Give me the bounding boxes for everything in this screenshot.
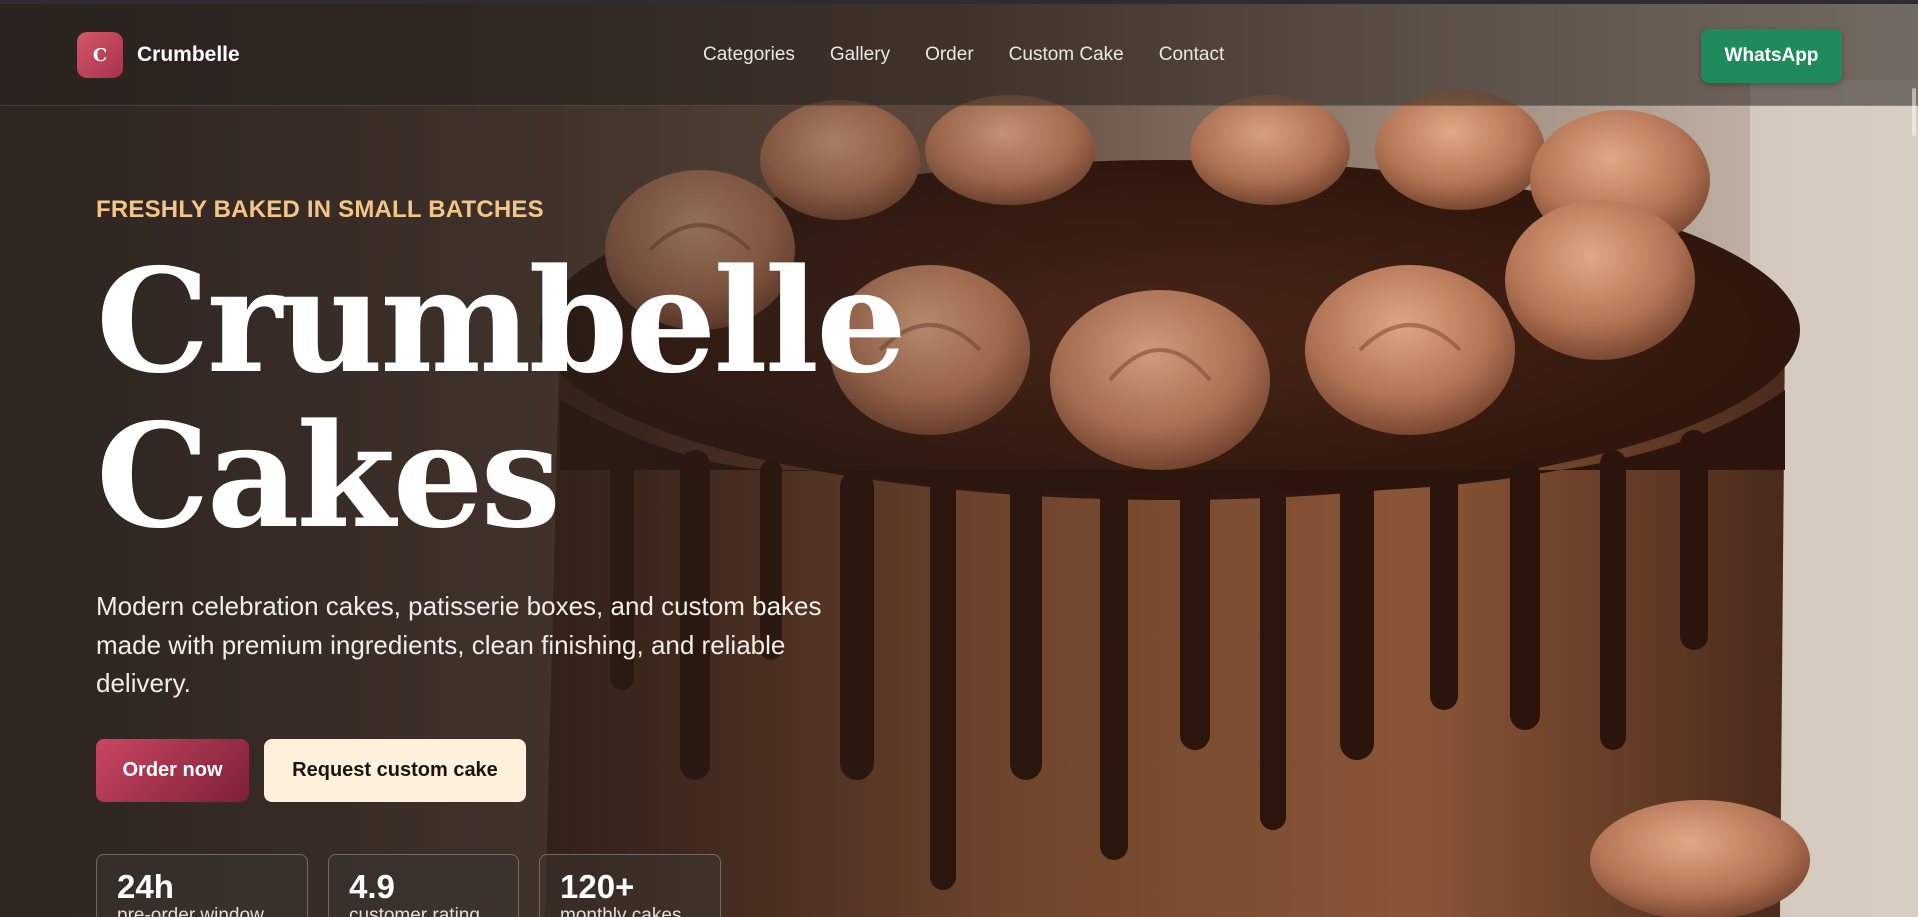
request-custom-cake-button[interactable]: Request custom cake bbox=[264, 739, 526, 802]
stat-value: 4.9 bbox=[349, 868, 395, 905]
nav-link-custom-cake[interactable]: Custom Cake bbox=[1009, 44, 1124, 66]
window-top-border bbox=[0, 0, 1918, 4]
page-scrollbar[interactable] bbox=[1912, 88, 1916, 136]
stat-value: 24h bbox=[117, 868, 174, 905]
brand-logo-link[interactable]: C Crumbelle bbox=[77, 32, 240, 78]
stat-card-rating: 4.9 customer rating bbox=[328, 854, 519, 917]
hero-description: Modern celebration cakes, patisserie box… bbox=[96, 591, 822, 698]
nav-link-gallery[interactable]: Gallery bbox=[830, 44, 890, 66]
brand-name: Crumbelle bbox=[137, 43, 240, 66]
hero-eyebrow: FRESHLY BAKED IN SMALL BATCHES bbox=[96, 196, 544, 223]
stat-card-preorder: 24h pre-order window bbox=[96, 854, 308, 917]
order-now-button[interactable]: Order now bbox=[96, 739, 249, 802]
nav-link-order[interactable]: Order bbox=[925, 44, 974, 66]
hero-title-line-2: Cakes bbox=[96, 392, 561, 560]
whatsapp-button[interactable]: WhatsApp bbox=[1701, 29, 1842, 83]
top-navigation: C Crumbelle Categories Gallery Order Cus… bbox=[0, 4, 1918, 106]
stat-label: monthly cakes bbox=[560, 905, 682, 917]
nav-link-contact[interactable]: Contact bbox=[1159, 44, 1224, 66]
stat-label: pre-order window bbox=[117, 905, 264, 917]
hero-title-line-1: Crumbelle bbox=[96, 237, 907, 405]
stat-value: 120+ bbox=[560, 868, 635, 905]
stat-card-monthly: 120+ monthly cakes bbox=[539, 854, 721, 917]
nav-link-categories[interactable]: Categories bbox=[703, 44, 795, 66]
stat-label: customer rating bbox=[349, 905, 480, 917]
hero-title: Crumbelle Cakes bbox=[96, 237, 907, 560]
brand-mark-icon: C bbox=[77, 32, 123, 78]
nav-links: Categories Gallery Order Custom Cake Con… bbox=[703, 44, 1259, 66]
